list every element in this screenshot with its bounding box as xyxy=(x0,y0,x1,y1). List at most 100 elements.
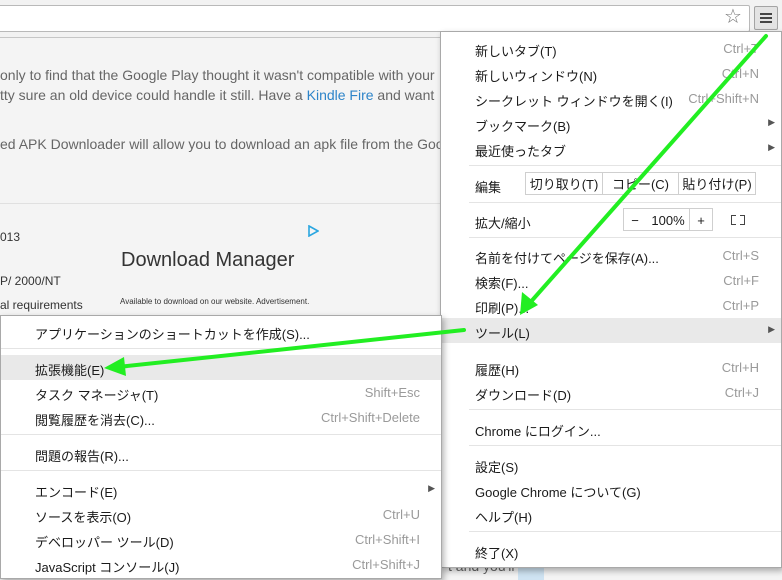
menu-item-signin[interactable]: Chrome にログイン... xyxy=(441,416,781,441)
kindle-fire-link[interactable]: Kindle Fire xyxy=(307,87,374,103)
menu-item-label: Google Chrome について(G) xyxy=(475,485,641,500)
menu-item-shortcut: Ctrl+Shift+I xyxy=(354,532,420,547)
menu-item-find[interactable]: 検索(F)... Ctrl+F xyxy=(441,268,781,293)
menu-item-settings[interactable]: 設定(S) xyxy=(441,452,781,477)
ad-note: Available to download on our website. Ad… xyxy=(120,297,310,306)
menu-item-label: タスク マネージャ(T) xyxy=(35,388,159,403)
menu-item-new-window[interactable]: 新しいウィンドウ(N) Ctrl+N xyxy=(441,61,781,86)
copy-button[interactable]: コピー(C) xyxy=(602,172,679,195)
adchoices-icon[interactable] xyxy=(308,224,320,240)
menu-item-label: 拡大/縮小 xyxy=(475,216,531,231)
menu-separator xyxy=(469,165,781,166)
hamburger-line xyxy=(760,17,772,19)
menu-item-shortcut: Ctrl+P xyxy=(722,298,759,313)
menu-item-downloads[interactable]: ダウンロード(D) Ctrl+J xyxy=(441,380,781,405)
menu-item-shortcut: Ctrl+U xyxy=(382,507,420,522)
ad-title[interactable]: Download Manager xyxy=(121,249,294,272)
menu-item-label: Chrome にログイン... xyxy=(475,424,601,439)
page-paragraph-line: tty sure an old device could handle it s… xyxy=(0,87,434,103)
menu-item-tools[interactable]: ツール(L) ▶ xyxy=(441,318,781,343)
chrome-main-menu: 新しいタブ(T) Ctrl+T 新しいウィンドウ(N) Ctrl+N シークレッ… xyxy=(440,31,782,568)
menu-item-shortcut: Ctrl+F xyxy=(723,273,759,288)
page-text: and want xyxy=(373,87,435,103)
menu-item-label: 閲覧履歴を消去(C)... xyxy=(35,413,155,428)
menu-item-about[interactable]: Google Chrome について(G) xyxy=(441,477,781,502)
menu-item-label: 拡張機能(E) xyxy=(35,363,105,378)
menu-item-label: 名前を付けてページを保存(A)... xyxy=(475,251,659,266)
page-year: 013 xyxy=(0,230,21,244)
star-icon[interactable]: ☆ xyxy=(722,6,744,28)
hamburger-menu-icon xyxy=(760,13,772,15)
menu-item-label: ヘルプ(H) xyxy=(475,510,533,525)
menu-item-label: アプリケーションのショートカットを作成(S)... xyxy=(35,327,310,342)
submenu-arrow-icon: ▶ xyxy=(768,324,775,334)
menu-item-help[interactable]: ヘルプ(H) xyxy=(441,502,781,527)
menu-item-shortcut: Ctrl+Shift+J xyxy=(352,557,420,572)
menu-item-exit[interactable]: 終了(X) xyxy=(441,538,781,563)
chrome-menu-button[interactable] xyxy=(754,6,778,30)
menu-item-shortcut: Ctrl+J xyxy=(724,385,759,400)
cut-button[interactable]: 切り取り(T) xyxy=(525,172,603,195)
paste-button[interactable]: 貼り付け(P) xyxy=(678,172,756,195)
fullscreen-icon[interactable] xyxy=(731,215,745,225)
submenu-item-js-console[interactable]: JavaScript コンソール(J) Ctrl+Shift+J xyxy=(1,552,441,577)
menu-item-label: 履歴(H) xyxy=(475,363,520,378)
menu-item-shortcut: Ctrl+H xyxy=(721,360,759,375)
menu-item-label: ダウンロード(D) xyxy=(475,388,572,403)
menu-separator xyxy=(469,445,781,446)
page-text: tty sure an old device could handle it s… xyxy=(0,87,307,103)
menu-item-bookmarks[interactable]: ブックマーク(B) ▶ xyxy=(441,111,781,136)
menu-item-label: シークレット ウィンドウを開く(I) xyxy=(475,94,673,109)
page-requirements: al requirements xyxy=(0,298,83,312)
menu-item-shortcut: Ctrl+Shift+N xyxy=(688,91,759,106)
submenu-item-create-shortcut[interactable]: アプリケーションのショートカットを作成(S)... xyxy=(1,319,441,344)
menu-separator xyxy=(469,531,781,532)
submenu-item-view-source[interactable]: ソースを表示(O) Ctrl+U xyxy=(1,502,441,527)
address-bar[interactable] xyxy=(0,5,750,32)
menu-item-label: 設定(S) xyxy=(475,460,519,475)
page-paragraph-line: only to find that the Google Play though… xyxy=(0,67,435,83)
submenu-arrow-icon: ▶ xyxy=(768,142,775,152)
menu-item-label: 編集 xyxy=(475,180,502,195)
menu-separator xyxy=(1,348,441,349)
menu-item-shortcut: Ctrl+S xyxy=(722,248,759,263)
menu-separator xyxy=(1,434,441,435)
submenu-item-extensions[interactable]: 拡張機能(E) xyxy=(1,355,441,380)
submenu-item-encoding[interactable]: エンコード(E) ▶ xyxy=(1,477,441,502)
menu-item-label: ソースを表示(O) xyxy=(35,510,132,525)
menu-item-label: ツール(L) xyxy=(475,326,530,341)
menu-item-label: 終了(X) xyxy=(475,546,519,561)
fullscreen-corner xyxy=(740,220,745,225)
menu-separator xyxy=(469,202,781,203)
zoom-out-button[interactable]: − xyxy=(623,208,647,231)
menu-item-label: 新しいウィンドウ(N) xyxy=(475,69,598,84)
menu-item-recent-tabs[interactable]: 最近使ったタブ ▶ xyxy=(441,136,781,161)
content-divider xyxy=(0,203,440,204)
submenu-item-task-manager[interactable]: タスク マネージャ(T) Shift+Esc xyxy=(1,380,441,405)
zoom-in-button[interactable]: + xyxy=(689,208,713,231)
tools-submenu: アプリケーションのショートカットを作成(S)... 拡張機能(E) タスク マネ… xyxy=(0,315,442,579)
hamburger-line xyxy=(760,21,772,23)
fullscreen-corner xyxy=(731,220,736,225)
menu-item-print[interactable]: 印刷(P)... Ctrl+P xyxy=(441,293,781,318)
menu-item-label: 印刷(P)... xyxy=(475,301,530,316)
menu-item-shortcut: Ctrl+Shift+Delete xyxy=(321,410,420,425)
menu-row-edit: 編集 切り取り(T) コピー(C) 貼り付け(P) xyxy=(441,172,781,197)
menu-item-shortcut: Shift+Esc xyxy=(364,385,420,400)
submenu-item-clear-history[interactable]: 閲覧履歴を消去(C)... Ctrl+Shift+Delete xyxy=(1,405,441,430)
menu-item-history[interactable]: 履歴(H) Ctrl+H xyxy=(441,355,781,380)
menu-item-incognito[interactable]: シークレット ウィンドウを開く(I) Ctrl+Shift+N xyxy=(441,86,781,111)
menu-item-new-tab[interactable]: 新しいタブ(T) Ctrl+T xyxy=(441,36,781,61)
submenu-item-dev-tools[interactable]: デベロッパー ツール(D) Ctrl+Shift+I xyxy=(1,527,441,552)
submenu-item-report-issue[interactable]: 問題の報告(R)... xyxy=(1,441,441,466)
menu-item-label: JavaScript コンソール(J) xyxy=(35,560,180,575)
menu-separator xyxy=(1,470,441,471)
menu-item-label: 問題の報告(R)... xyxy=(35,449,129,464)
zoom-level: 100% xyxy=(646,208,690,231)
menu-item-label: エンコード(E) xyxy=(35,485,118,500)
menu-separator xyxy=(469,237,781,238)
menu-item-label: 検索(F)... xyxy=(475,276,529,291)
menu-item-save-page[interactable]: 名前を付けてページを保存(A)... Ctrl+S xyxy=(441,243,781,268)
menu-item-label: 新しいタブ(T) xyxy=(475,44,557,59)
menu-row-zoom: 拡大/縮小 − 100% + xyxy=(441,208,781,233)
